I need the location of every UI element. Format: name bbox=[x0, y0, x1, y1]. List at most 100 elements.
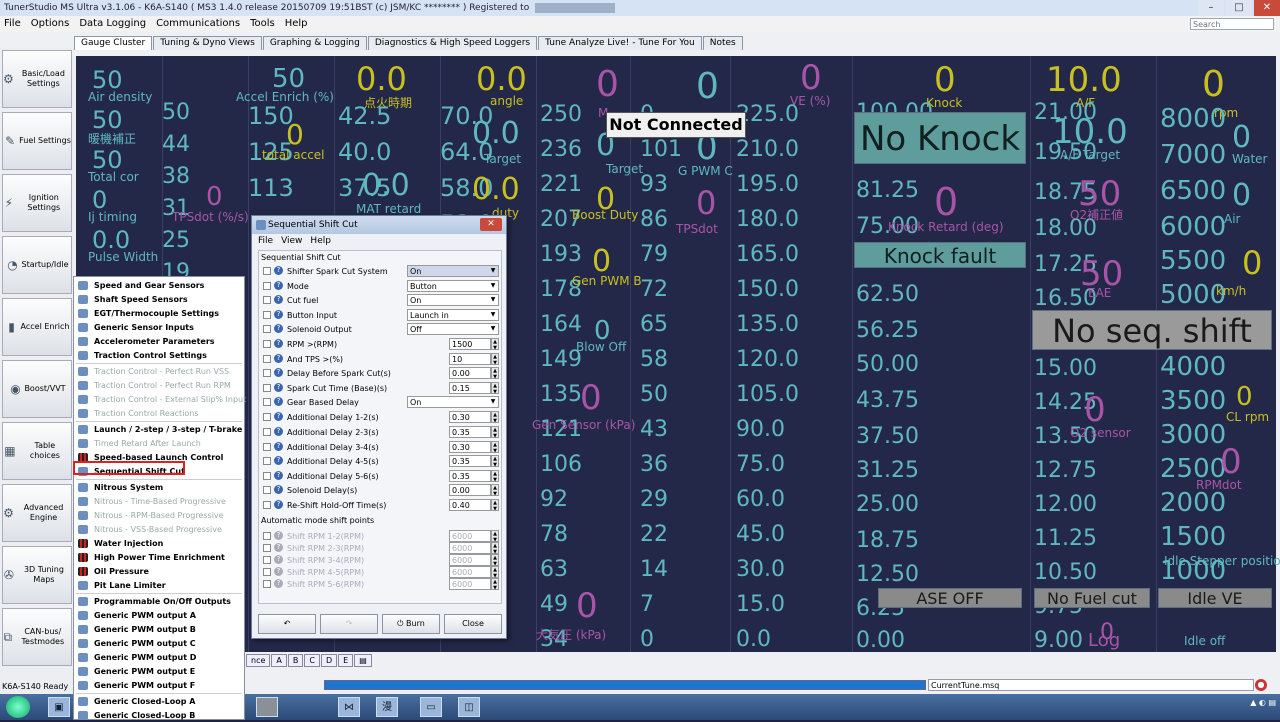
setting-dropdown[interactable]: On ▼ bbox=[407, 396, 499, 409]
setting-checkbox[interactable] bbox=[263, 486, 271, 495]
menu-item-generic-pwm-output-f[interactable]: Generic PWM output F bbox=[74, 679, 244, 692]
setting-number-field[interactable]: 0.00 bbox=[449, 484, 491, 497]
spinner-icon[interactable]: ▲ ▼ bbox=[491, 455, 499, 468]
sidebar-advanced-engine[interactable]: ⚙ Advanced Engine bbox=[2, 484, 72, 542]
setting-checkbox[interactable] bbox=[263, 325, 271, 334]
setting-number-field[interactable]: 0.00 bbox=[449, 367, 491, 380]
setting-checkbox[interactable] bbox=[263, 413, 271, 422]
help-icon[interactable]: ? bbox=[274, 309, 283, 319]
help-icon[interactable]: ? bbox=[274, 295, 283, 305]
menu-item-nitrous-rpm-based-progressive[interactable]: Nitrous - RPM-Based Progressive bbox=[74, 509, 244, 522]
taskbar-app-icon[interactable]: ⋈ bbox=[338, 697, 360, 717]
setting-number-field[interactable]: 1500 bbox=[449, 338, 491, 350]
help-icon[interactable]: ? bbox=[274, 456, 283, 466]
help-icon[interactable]: ? bbox=[274, 266, 283, 275]
maximize-button[interactable]: □ bbox=[1226, 0, 1252, 16]
menu-item-traction-control-external-slip-input[interactable]: Traction Control - External Slip% Input bbox=[74, 393, 246, 406]
menu-item-launch-2-step-3-step-t-brake[interactable]: Launch / 2-step / 3-step / T-brake bbox=[74, 423, 244, 436]
spinner-icon[interactable]: ▲ ▼ bbox=[491, 440, 499, 454]
help-icon[interactable]: ? bbox=[274, 324, 283, 334]
menu-file[interactable]: File bbox=[4, 16, 21, 32]
menu-item-generic-pwm-output-b[interactable]: Generic PWM output B bbox=[74, 623, 244, 636]
menu-item-generic-pwm-output-e[interactable]: Generic PWM output E bbox=[74, 665, 244, 678]
sidebar-ignition[interactable]: ⚡ Ignition Settings bbox=[2, 174, 72, 232]
menu-item-generic-pwm-output-c[interactable]: Generic PWM output C bbox=[74, 637, 244, 650]
dialog-menu-help[interactable]: Help bbox=[310, 234, 331, 248]
setting-checkbox[interactable] bbox=[263, 296, 271, 305]
taskbar-app-icon[interactable]: 漫 bbox=[376, 697, 398, 717]
setting-checkbox[interactable] bbox=[263, 340, 271, 348]
sidebar-table-choices[interactable]: ▦ Table choices bbox=[2, 422, 72, 480]
help-icon[interactable]: ? bbox=[274, 412, 283, 422]
bottom-tab-b[interactable]: B bbox=[287, 654, 304, 667]
help-icon[interactable]: ? bbox=[274, 485, 283, 495]
setting-checkbox[interactable] bbox=[263, 369, 271, 378]
setting-checkbox[interactable] bbox=[263, 442, 271, 451]
setting-checkbox[interactable] bbox=[263, 398, 271, 407]
menu-item-timed-retard-after-launch[interactable]: Timed Retard After Launch bbox=[74, 437, 244, 450]
minimize-button[interactable]: – bbox=[1198, 0, 1224, 16]
menu-item-programmable-on-off-outputs[interactable]: Programmable On/Off Outputs bbox=[74, 595, 244, 608]
setting-checkbox[interactable] bbox=[263, 501, 271, 509]
menu-item-traction-control-perfect-run-vss[interactable]: Traction Control - Perfect Run VSS bbox=[74, 365, 244, 378]
menu-item-traction-control-reactions[interactable]: Traction Control Reactions bbox=[74, 407, 244, 420]
help-icon[interactable]: ? bbox=[274, 500, 283, 509]
setting-number-field[interactable]: 0.40 bbox=[449, 499, 491, 511]
setting-number-field[interactable]: 0.15 bbox=[449, 381, 491, 394]
setting-checkbox[interactable] bbox=[263, 383, 271, 392]
tab-graphing-logging[interactable]: Graphing & Logging bbox=[262, 36, 367, 50]
help-icon[interactable]: ? bbox=[274, 368, 283, 378]
dialog-menu-view[interactable]: View bbox=[281, 234, 302, 248]
menu-item-pit-lane-limiter[interactable]: Pit Lane Limiter bbox=[74, 579, 244, 592]
taskbar-app-icon[interactable]: ◫ bbox=[458, 697, 480, 717]
menu-item-generic-pwm-output-a[interactable]: Generic PWM output A bbox=[74, 609, 244, 622]
help-icon[interactable]: ? bbox=[274, 280, 283, 290]
help-icon[interactable]: ? bbox=[274, 353, 283, 363]
menu-item-high-power-time-enrichment[interactable]: High Power Time Enrichment bbox=[74, 551, 244, 564]
bottom-tab-d[interactable]: D bbox=[320, 654, 338, 667]
menu-item-speed-and-gear-sensors[interactable]: Speed and Gear Sensors bbox=[74, 279, 244, 292]
help-icon[interactable]: ? bbox=[274, 427, 283, 436]
tab-diagnostics[interactable]: Diagnostics & High Speed Loggers bbox=[367, 36, 538, 50]
setting-checkbox[interactable] bbox=[263, 281, 271, 290]
menu-item-oil-pressure[interactable]: Oil Pressure bbox=[74, 565, 244, 578]
setting-dropdown[interactable]: On ▼ bbox=[407, 294, 499, 307]
setting-dropdown[interactable]: On ▼ bbox=[407, 265, 499, 277]
spinner-icon[interactable]: ▲ ▼ bbox=[491, 426, 499, 439]
setting-number-field[interactable]: 0.30 bbox=[449, 440, 491, 453]
help-icon[interactable]: ? bbox=[274, 339, 283, 348]
menu-item-shaft-speed-sensors[interactable]: Shaft Speed Sensors bbox=[74, 293, 244, 306]
spinner-icon[interactable]: ▲ ▼ bbox=[491, 381, 499, 395]
setting-checkbox[interactable] bbox=[263, 457, 271, 466]
sidebar-canbus-testmodes[interactable]: ⧉ CAN-bus/ Testmodes bbox=[2, 608, 72, 666]
tab-tuning-dyno[interactable]: Tuning & Dyno Views bbox=[153, 36, 262, 50]
menu-tools[interactable]: Tools bbox=[250, 16, 275, 32]
menu-item-generic-sensor-inputs[interactable]: Generic Sensor Inputs bbox=[74, 321, 244, 334]
start-button[interactable] bbox=[6, 696, 30, 718]
sidebar-3d-tuning-maps[interactable]: ✇ 3D Tuning Maps bbox=[2, 546, 72, 604]
tab-tune-analyze[interactable]: Tune Analyze Live! - Tune For You bbox=[538, 36, 702, 50]
setting-number-field[interactable]: 0.30 bbox=[449, 411, 491, 424]
taskbar-app-icon[interactable]: ▣ bbox=[48, 697, 70, 717]
setting-checkbox[interactable] bbox=[263, 428, 271, 436]
help-icon[interactable]: ? bbox=[274, 382, 283, 392]
menu-data-logging[interactable]: Data Logging bbox=[79, 16, 146, 32]
close-window-button[interactable]: ✕ bbox=[1254, 0, 1280, 16]
menu-communications[interactable]: Communications bbox=[156, 16, 240, 32]
setting-checkbox[interactable] bbox=[263, 310, 271, 319]
menu-item-accelerometer-parameters[interactable]: Accelerometer Parameters bbox=[74, 335, 244, 348]
menu-item-traction-control-perfect-run-rpm[interactable]: Traction Control - Perfect Run RPM bbox=[74, 379, 244, 392]
setting-number-field[interactable]: 0.35 bbox=[449, 426, 491, 438]
bottom-tab[interactable]: nce bbox=[246, 654, 271, 667]
taskbar-app-icon[interactable] bbox=[256, 697, 278, 717]
sidebar-fuel[interactable]: ✎ Fuel Settings bbox=[2, 112, 72, 170]
undo-button[interactable]: ↶ bbox=[258, 614, 316, 634]
search-input[interactable] bbox=[1190, 18, 1274, 30]
spinner-icon[interactable]: ▲ ▼ bbox=[491, 367, 499, 380]
menu-item-nitrous-vss-based-progressive[interactable]: Nitrous - VSS-Based Progressive bbox=[74, 523, 244, 536]
tab-notes[interactable]: Notes bbox=[702, 36, 743, 50]
menu-item-egt-thermocouple-settings[interactable]: EGT/Thermocouple Settings bbox=[74, 307, 244, 320]
setting-number-field[interactable]: 0.35 bbox=[449, 469, 491, 482]
page-add-icon[interactable]: ▤ bbox=[354, 654, 372, 667]
menu-item-water-injection[interactable]: Water Injection bbox=[74, 537, 244, 550]
